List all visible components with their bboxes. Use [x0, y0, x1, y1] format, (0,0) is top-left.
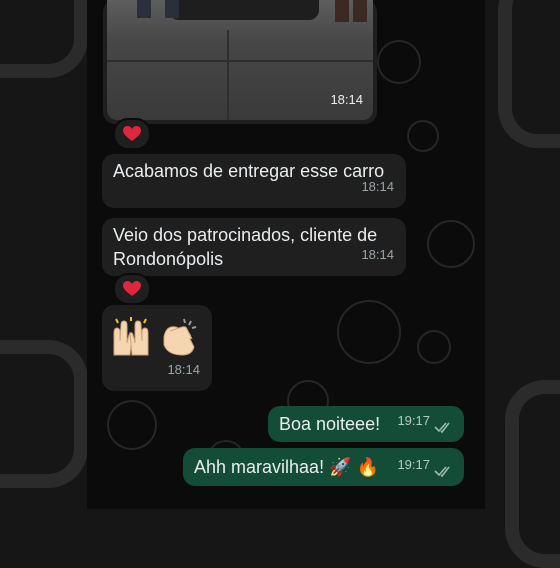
message-text: Ahh maravilhaa! 🚀 🔥	[194, 457, 379, 477]
double-check-icon	[434, 466, 450, 478]
photo-car	[169, 0, 319, 20]
incoming-message[interactable]: Acabamos de entregar esse carro 18:14	[102, 154, 406, 208]
message-line: Rondonópolis	[113, 249, 224, 269]
message-time: 18:14	[167, 362, 200, 377]
message-text: Boa noiteee!	[279, 414, 381, 434]
outgoing-message[interactable]: Boa noiteee! 19:17	[268, 406, 464, 442]
message-time: 19:17	[397, 457, 430, 472]
photo-floor-line	[107, 60, 373, 62]
message-line: Veio dos patrocinados, cliente de	[113, 225, 378, 245]
photo-person-left	[137, 0, 151, 18]
outgoing-message[interactable]: Ahh maravilhaa! 🚀 🔥 19:17	[183, 448, 464, 486]
message-time: 18:14	[361, 179, 394, 194]
photo-person-right	[353, 0, 367, 22]
car-photo[interactable]: 18:14	[107, 0, 373, 120]
heart-icon	[123, 281, 141, 296]
reaction-badge[interactable]	[113, 118, 151, 150]
chat-area[interactable]: 18:14 Acabamos de entregar esse carro 18…	[87, 0, 485, 509]
message-text: Acabamos de entregar esse carro	[113, 161, 385, 181]
message-text: Veio dos patrocinados, cliente de Rondon…	[113, 223, 377, 271]
photo-floor-line	[227, 30, 229, 120]
emoji-row	[110, 317, 200, 357]
message-time: 19:17	[397, 413, 430, 428]
message-time: 18:14	[330, 92, 363, 107]
incoming-emoji-message[interactable]: 18:14	[102, 305, 212, 391]
incoming-message[interactable]: Veio dos patrocinados, cliente de Rondon…	[102, 218, 406, 276]
double-check-icon	[434, 422, 450, 434]
clapping-hands-icon	[163, 318, 197, 356]
photo-person-left	[165, 0, 179, 18]
heart-icon	[123, 126, 141, 141]
raising-hands-icon	[113, 317, 149, 356]
message-time: 18:14	[361, 247, 394, 262]
reaction-badge[interactable]	[113, 273, 151, 305]
photo-person-right	[335, 0, 349, 22]
photo-message[interactable]: 18:14	[103, 0, 377, 124]
